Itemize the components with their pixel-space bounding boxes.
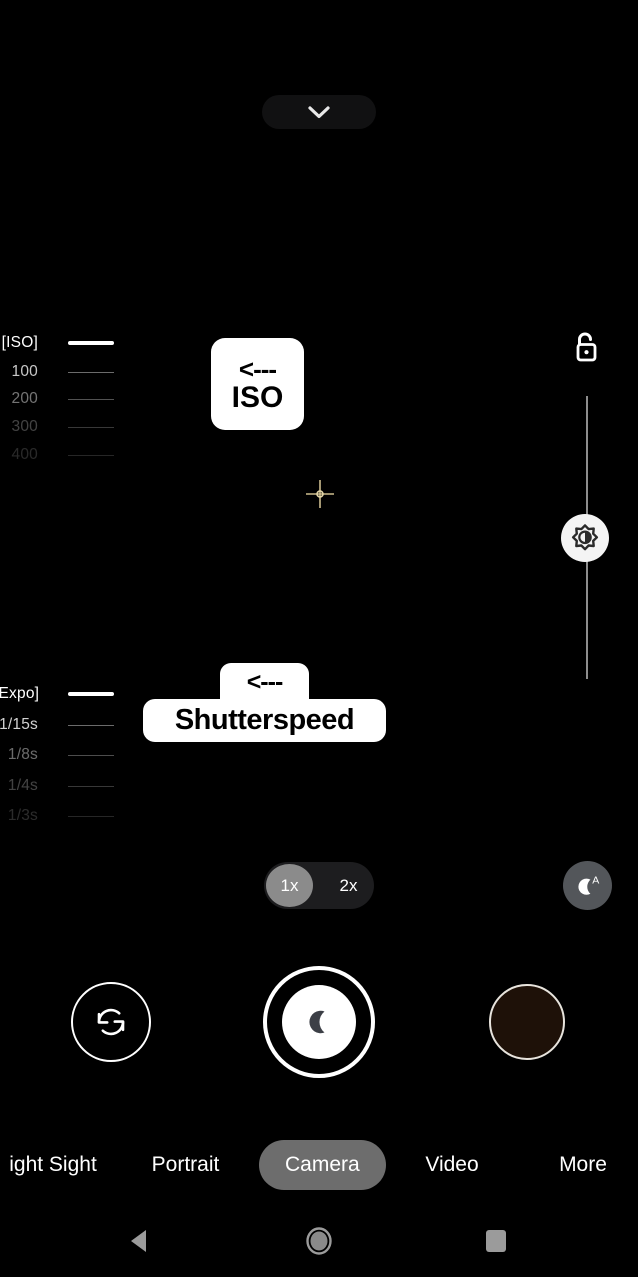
shutterspeed-callout-label: Shutterspeed <box>174 704 355 736</box>
exposure-tick-mark <box>68 754 114 756</box>
exposure-slider-thumb[interactable] <box>561 514 609 562</box>
nav-home-button[interactable] <box>279 1205 359 1277</box>
shutterspeed-callout-badge: <--- Shutterspeed <box>143 663 386 742</box>
iso-callout-arrow: <--- <box>238 353 277 384</box>
iso-tick-mark <box>68 426 114 428</box>
exposure-tick-mark <box>68 815 114 817</box>
shutterspeed-callout-arrow: <--- <box>246 667 284 696</box>
svg-text:A: A <box>592 874 599 886</box>
recents-icon <box>486 1230 506 1252</box>
iso-tick-mark <box>68 371 114 373</box>
zoom-toggle[interactable]: 1x 2x <box>264 862 374 909</box>
exposure-tick-mark <box>68 692 114 696</box>
mode-camera[interactable]: Camera <box>259 1140 386 1190</box>
android-nav-bar <box>0 1205 638 1277</box>
exposure-tick-mark <box>68 785 114 787</box>
night-sight-auto-button[interactable]: A <box>563 861 612 910</box>
mode-more[interactable]: More <box>529 1140 637 1190</box>
camera-viewfinder: [ISO] 100 200 300 400 [Expo] 1/15s 1/8s 1/4s 1/3… <box>0 0 638 1277</box>
switch-camera-button[interactable] <box>71 982 151 1062</box>
exposure-tick-row: 1/15s <box>0 716 130 733</box>
iso-tick-row: 100 <box>0 363 130 380</box>
switch-camera-icon <box>97 1008 125 1036</box>
iso-tick-label: 200 <box>11 390 38 407</box>
exposure-tick-row: 1/4s <box>0 777 130 794</box>
iso-tick-row: 400 <box>0 446 130 463</box>
exposure-tick-row: 1/8s <box>0 746 130 763</box>
brightness-icon <box>571 524 599 551</box>
moon-auto-icon: A <box>577 874 599 895</box>
iso-tick-row: 200 <box>0 390 130 407</box>
focus-reticle-icon <box>306 480 334 508</box>
mode-bar[interactable]: ight Sight Portrait Camera Video More <box>0 1140 638 1190</box>
iso-tick-mark <box>68 341 114 345</box>
iso-tick-mark <box>68 454 114 456</box>
gallery-thumbnail[interactable] <box>489 984 565 1060</box>
exposure-tick-label: [Expo] <box>0 685 40 702</box>
mode-video[interactable]: Video <box>398 1140 506 1190</box>
iso-callout-label: ISO <box>231 380 284 414</box>
iso-tick-label: 300 <box>11 418 38 435</box>
chevron-down-icon <box>308 105 330 118</box>
home-icon <box>306 1227 332 1255</box>
shutterspeed-callout-arrow-box: <--- <box>220 663 309 701</box>
moon-icon <box>309 1010 325 1034</box>
expand-settings-button[interactable] <box>262 95 376 129</box>
shutterspeed-callout-label-box: Shutterspeed <box>143 699 386 742</box>
back-icon <box>131 1230 146 1252</box>
iso-tick-mark <box>68 398 114 400</box>
iso-tick-label: [ISO] <box>1 334 38 351</box>
zoom-option-1x[interactable]: 1x <box>266 864 313 907</box>
mode-ight-sight[interactable]: ight Sight <box>0 1140 128 1190</box>
iso-tick-label: 400 <box>11 446 38 463</box>
iso-tick-row: 300 <box>0 418 130 435</box>
zoom-option-2x[interactable]: 2x <box>325 864 372 907</box>
exposure-tick-label: 1/8s <box>7 746 38 763</box>
exposure-tick-row: 1/3s <box>0 807 130 824</box>
exposure-tick-row: [Expo] <box>0 685 130 702</box>
unlock-icon[interactable] <box>570 331 601 365</box>
shutter-button[interactable] <box>263 966 375 1078</box>
iso-callout-badge: <--- ISO <box>211 338 304 430</box>
iso-tick-label: 100 <box>11 363 38 380</box>
exposure-tick-mark <box>68 724 114 726</box>
exposure-tick-label: 1/15s <box>0 716 38 733</box>
exposure-tick-label: 1/4s <box>7 777 38 794</box>
iso-tick-row: [ISO] <box>0 334 130 351</box>
nav-back-button[interactable] <box>100 1205 180 1277</box>
shutter-inner <box>282 985 356 1059</box>
mode-portrait[interactable]: Portrait <box>128 1140 243 1190</box>
exposure-tick-label: 1/3s <box>7 807 38 824</box>
nav-recents-button[interactable] <box>456 1205 536 1277</box>
